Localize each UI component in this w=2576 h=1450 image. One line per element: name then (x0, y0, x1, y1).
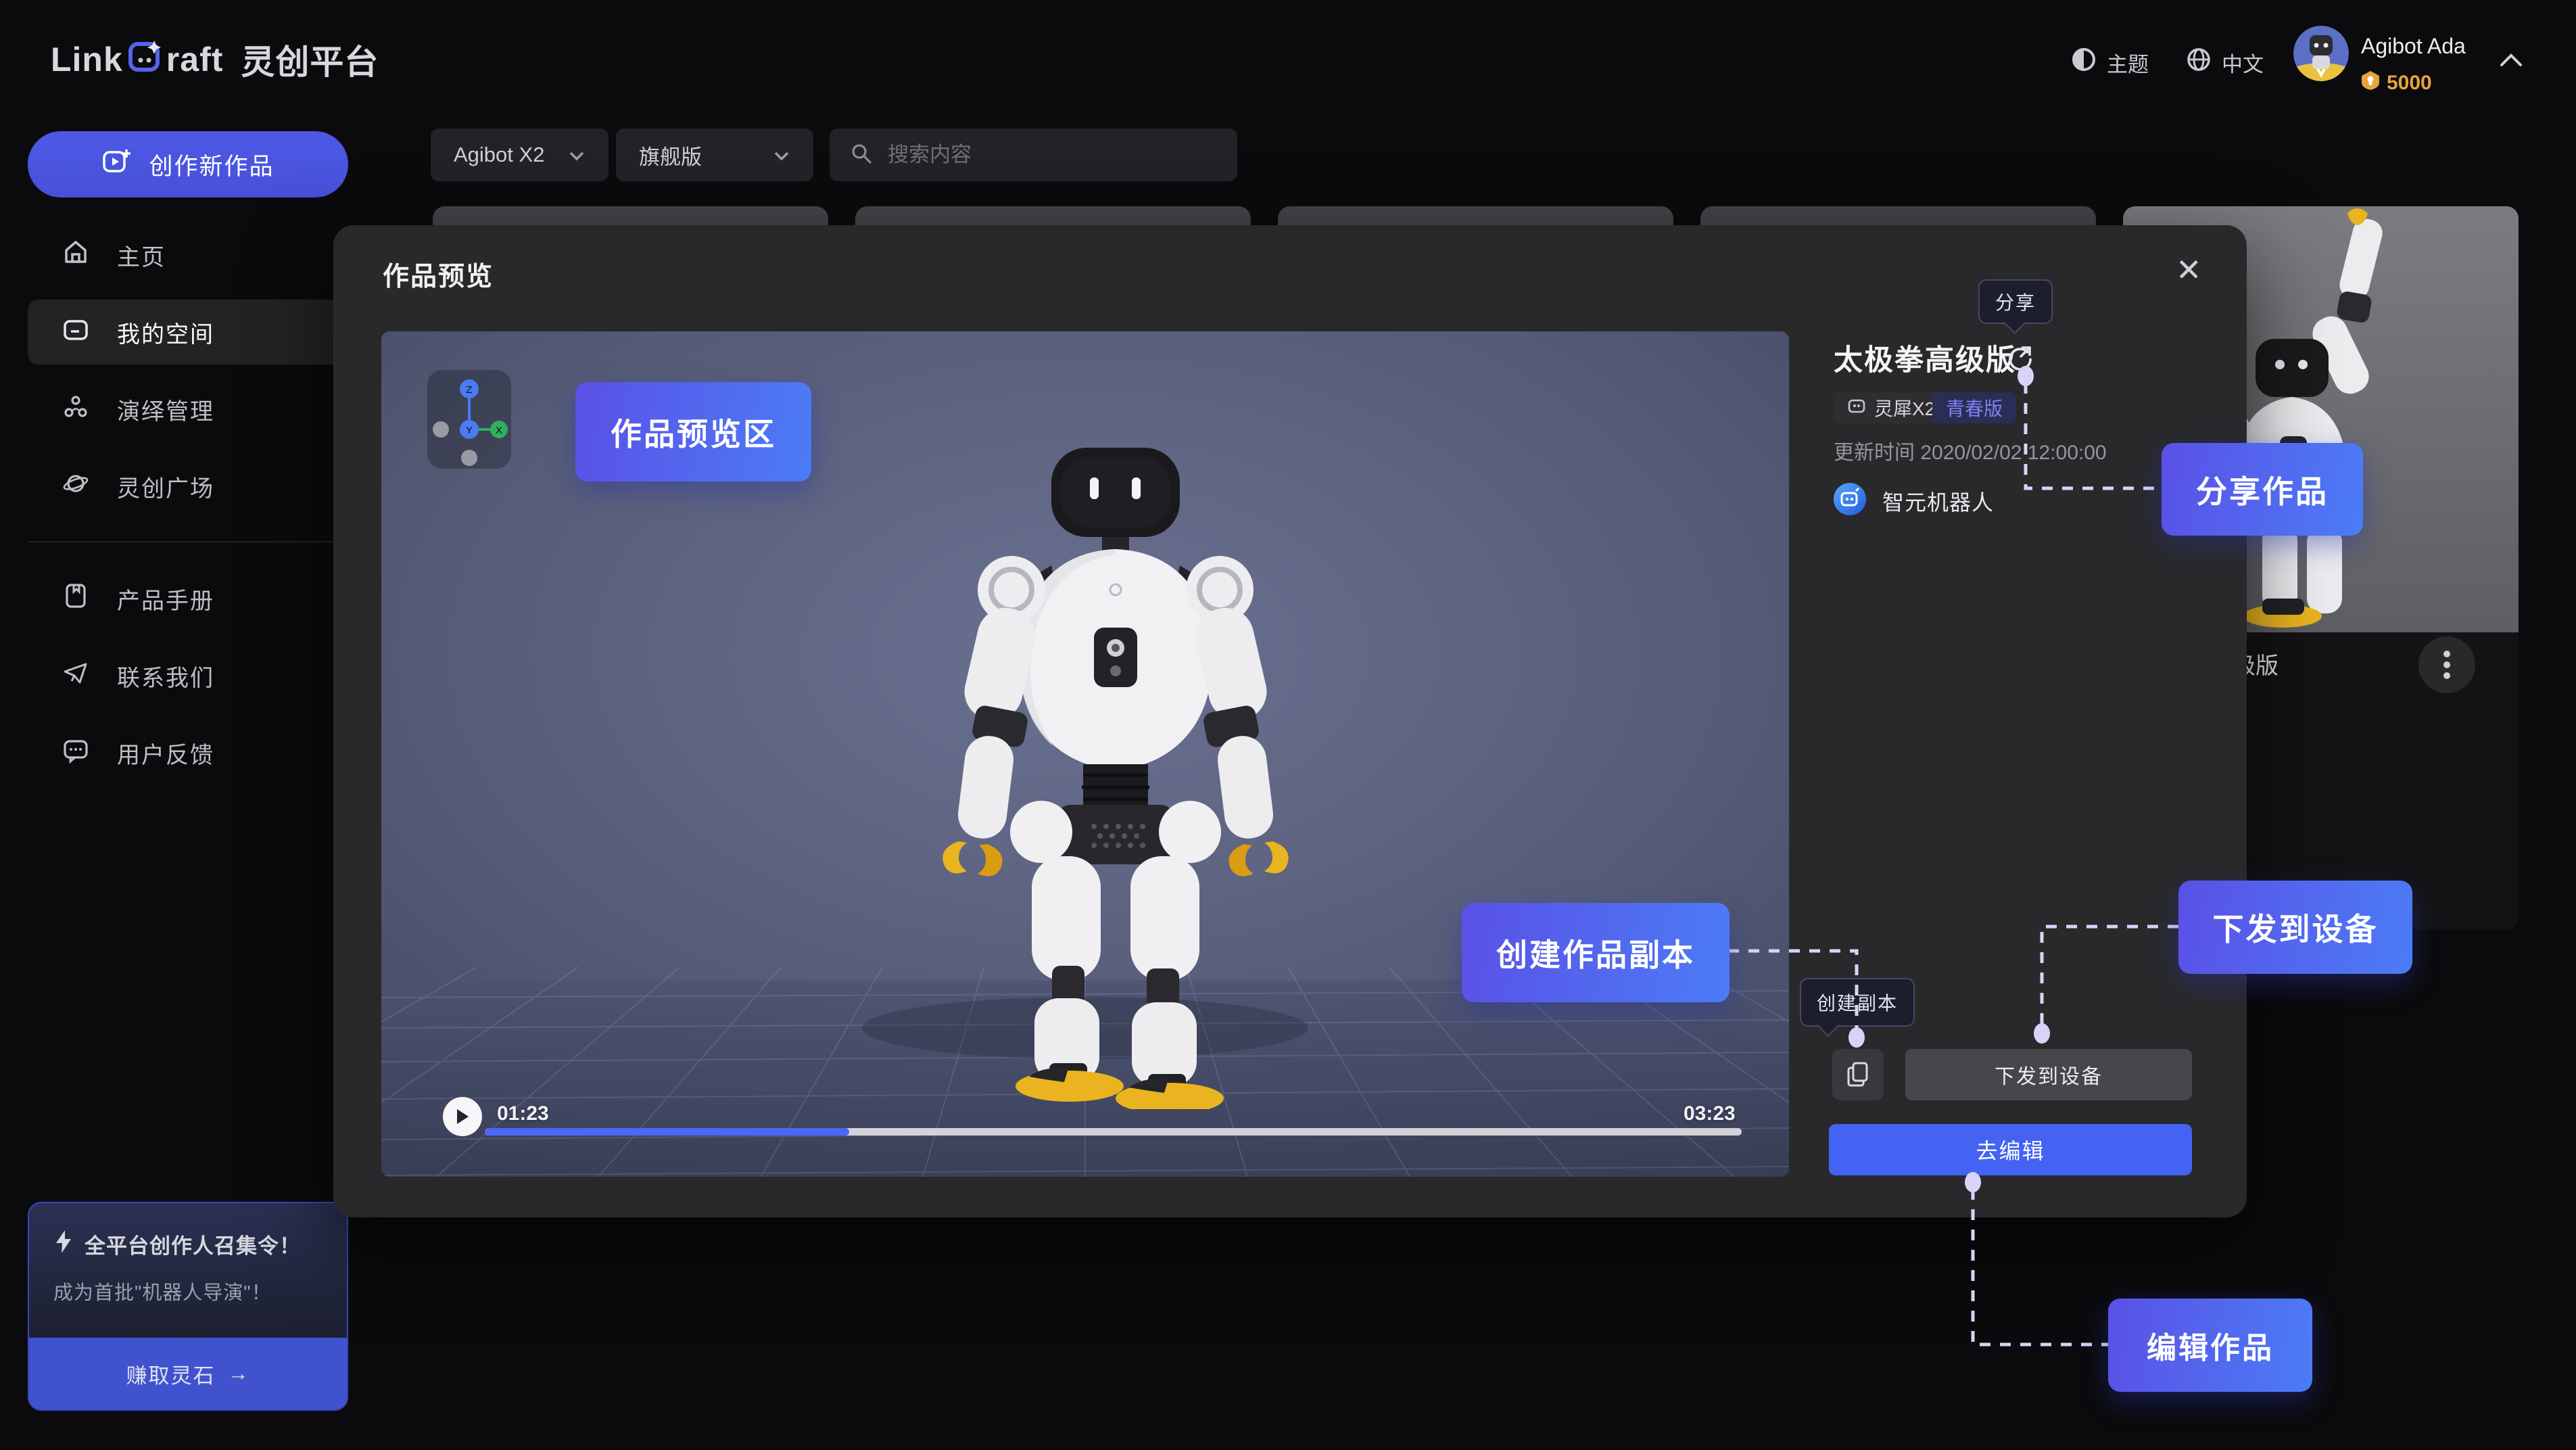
app-logo: Link raft 灵创平台 (51, 35, 379, 84)
share-tooltip: 分享 (1978, 279, 2053, 324)
updated-time: 更新时间 2020/02/02 12:00:00 (1834, 436, 2107, 465)
sidebar-item-my-space[interactable]: 我的空间 (28, 300, 348, 365)
progress-bar-fill (485, 1128, 849, 1136)
model-tag-label: 灵犀X2 (1874, 394, 1935, 421)
sidebar-item-label: 我的空间 (117, 316, 214, 349)
search-box[interactable] (830, 128, 1237, 181)
annotation-send-device: 下发到设备 (2178, 881, 2412, 974)
kebab-menu-icon (2443, 649, 2451, 681)
edition-tag-label: 青春版 (1946, 394, 2003, 421)
sidebar-item-label: 主页 (117, 239, 166, 272)
sidebar-item-label: 联系我们 (117, 659, 214, 693)
axis-x-label: X (496, 425, 502, 436)
user-coins: 5000 (2361, 70, 2432, 96)
planet-icon (62, 469, 90, 504)
folder-icon (62, 315, 90, 350)
sidebar-item-home[interactable]: 主页 (28, 223, 348, 287)
creator-name: 智元机器人 (1882, 486, 1994, 517)
share-icon[interactable] (2005, 342, 2035, 375)
promo-card: 全平台创作人召集令！ 成为首批"机器人导演"！ 赚取灵石 → (28, 1202, 348, 1411)
sidebar-item-contact[interactable]: 联系我们 (28, 643, 348, 708)
logo-robot-icon (127, 38, 162, 81)
annotation-create-copy: 创建作品副本 (1462, 903, 1730, 1002)
home-icon (62, 238, 90, 273)
current-time: 01:23 (497, 1102, 549, 1125)
language-label: 中文 (2222, 47, 2264, 78)
create-copy-button[interactable] (1832, 1049, 1884, 1100)
annotation-preview-area: 作品预览区 (575, 382, 811, 482)
edition-dropdown[interactable]: 旗舰版 (616, 128, 813, 181)
create-work-label: 创作新作品 (149, 147, 274, 182)
collapse-chevron-icon[interactable] (2496, 50, 2526, 74)
go-edit-button[interactable]: 去编辑 (1829, 1124, 2192, 1175)
paper-plane-icon (62, 659, 90, 693)
creator-avatar (1834, 483, 1866, 519)
sidebar-item-manual[interactable]: 产品手册 (28, 566, 348, 631)
axis-gizmo[interactable]: Z Y X (427, 370, 511, 469)
search-input[interactable] (888, 143, 1217, 167)
globe-icon (2185, 46, 2212, 78)
lightning-icon (53, 1230, 74, 1259)
robot-model-value: Agibot X2 (454, 143, 544, 167)
theme-toggle[interactable]: 主题 (2070, 46, 2149, 78)
play-button[interactable] (443, 1097, 482, 1136)
app-root: Link raft 灵创平台 主题 中文 Agibot Ada 5000 创作新作品… (0, 0, 2576, 1450)
robot-model-dropdown[interactable]: Agibot X2 (431, 128, 609, 181)
play-icon (455, 1108, 470, 1125)
sidebar-item-plaza[interactable]: 灵创广场 (28, 454, 348, 519)
chat-bubble-icon (62, 736, 90, 770)
sidebar-item-label: 灵创广场 (117, 470, 214, 503)
promo-subtitle: 成为首批"机器人导演"！ (53, 1277, 347, 1305)
chevron-down-icon (568, 143, 586, 167)
user-name: Agibot Ada (2361, 34, 2466, 59)
edition-tag: 青春版 (1932, 392, 2016, 423)
earn-gems-button[interactable]: 赚取灵石 → (29, 1338, 347, 1409)
user-avatar[interactable] (2293, 26, 2349, 81)
robot-face-icon (1847, 396, 1866, 420)
work-title: 太极拳高级版 (1834, 337, 2016, 379)
language-switcher[interactable]: 中文 (2185, 46, 2264, 78)
theme-icon (2070, 46, 2097, 78)
search-icon (850, 142, 873, 168)
sidebar-item-label: 产品手册 (117, 582, 214, 615)
sidebar-item-label: 演绎管理 (117, 393, 214, 426)
promo-title: 全平台创作人召集令！ (85, 1229, 301, 1259)
group-icon (62, 392, 90, 427)
creator-row: 智元机器人 (1834, 483, 1994, 519)
sidebar-item-label: 用户反馈 (117, 736, 214, 770)
axis-y-label: Y (466, 425, 473, 436)
close-icon[interactable]: ✕ (2176, 252, 2202, 288)
create-work-icon (101, 147, 131, 183)
chevron-down-icon (773, 143, 790, 167)
progress-bar[interactable] (485, 1128, 1742, 1136)
more-options-button[interactable] (2418, 636, 2475, 693)
sidebar-divider (28, 541, 348, 542)
axis-z-label: Z (466, 384, 472, 396)
promo-title-row: 全平台创作人召集令！ (53, 1229, 347, 1259)
modal-title: 作品预览 (383, 256, 494, 294)
create-new-work-button[interactable]: 创作新作品 (28, 131, 348, 197)
book-icon (62, 582, 90, 616)
copy-tooltip: 创建副本 (1800, 978, 1915, 1027)
logo-text-post: raft (166, 40, 224, 79)
earn-gems-label: 赚取灵石 (126, 1359, 216, 1389)
sidebar-item-performance[interactable]: 演绎管理 (28, 377, 348, 442)
logo-text-pre: Link (51, 40, 123, 79)
coin-count: 5000 (2387, 72, 2432, 95)
model-tag: 灵犀X2 (1834, 392, 1949, 423)
coin-icon (2361, 70, 2380, 96)
sidebar-item-feedback[interactable]: 用户反馈 (28, 720, 348, 785)
logo-text-cn: 灵创平台 (241, 35, 379, 84)
theme-label: 主题 (2107, 47, 2149, 78)
edition-value: 旗舰版 (639, 140, 702, 170)
robot-model-image (879, 433, 1352, 1109)
total-time: 03:23 (1684, 1102, 1736, 1125)
annotation-share-work: 分享作品 (2162, 443, 2363, 536)
annotation-edit-work: 编辑作品 (2108, 1299, 2312, 1392)
send-to-device-button[interactable]: 下发到设备 (1905, 1049, 2192, 1100)
arrow-right-icon: → (228, 1361, 250, 1386)
copy-icon (1846, 1062, 1869, 1088)
